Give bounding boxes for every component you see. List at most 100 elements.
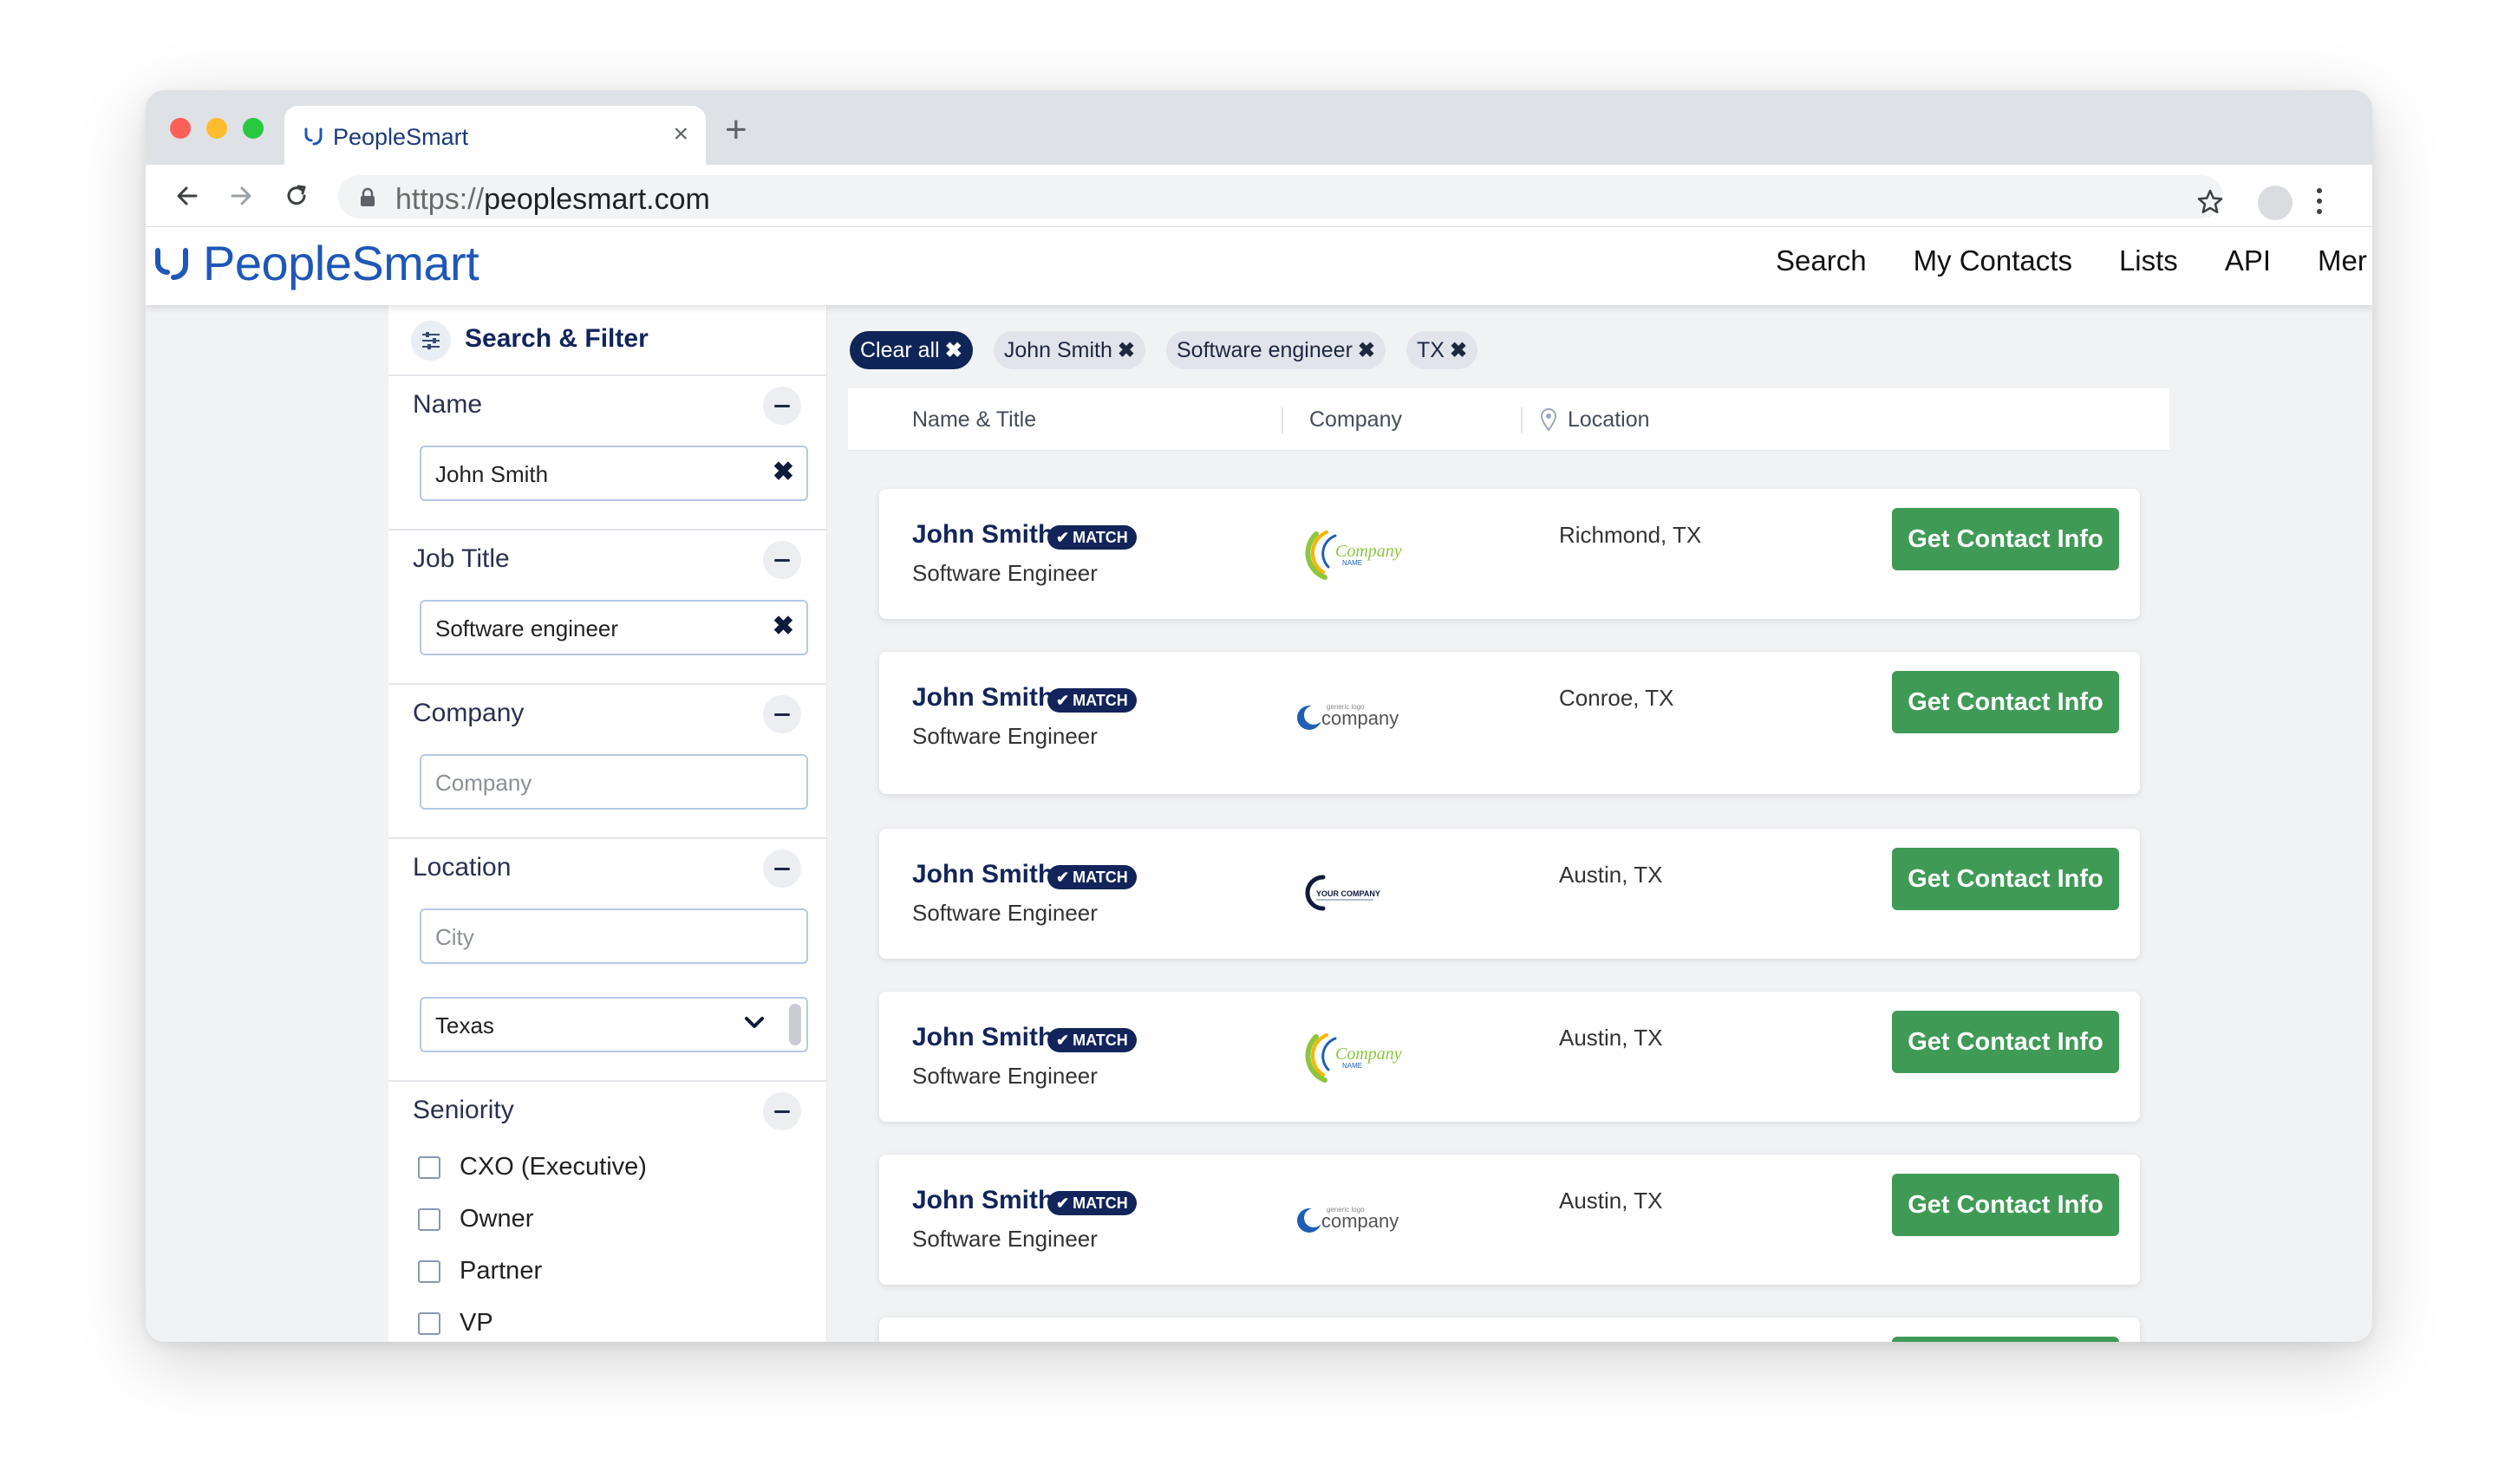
maximize-window-button[interactable]: [243, 118, 264, 139]
select-scrollbar[interactable]: [789, 1004, 801, 1045]
match-badge: ✔ MATCH: [1047, 865, 1137, 889]
brand-logo[interactable]: PeopleSmart: [153, 234, 479, 291]
seniority-option-cxo[interactable]: CXO (Executive): [418, 1153, 647, 1181]
match-badge-label: MATCH: [1073, 1194, 1128, 1212]
check-icon: ✔: [1056, 868, 1070, 886]
back-arrow-icon[interactable]: [172, 180, 203, 212]
forward-arrow-icon[interactable]: [225, 180, 257, 212]
lock-icon: [359, 187, 376, 212]
match-badge-label: MATCH: [1073, 868, 1128, 886]
bookmark-star-icon[interactable]: [2195, 187, 2225, 221]
column-name-title[interactable]: Name & Title: [912, 407, 1036, 433]
column-company[interactable]: Company: [1309, 407, 1402, 433]
collapse-job-title-button[interactable]: [763, 541, 801, 579]
filter-title: Search & Filter: [465, 324, 649, 353]
company-logo: generic logo company: [1287, 680, 1425, 749]
name-input-value: John Smith: [435, 461, 549, 487]
contact-name[interactable]: John Smith: [912, 860, 1053, 889]
chevron-down-icon: [744, 1016, 765, 1034]
svg-text:NAME: NAME: [1342, 1062, 1362, 1070]
clear-name-icon[interactable]: ✖: [773, 459, 794, 485]
new-tab-button[interactable]: +: [725, 111, 747, 149]
result-card: John Smith✔MATCHSoftware Engineer generi…: [879, 652, 2140, 794]
close-window-button[interactable]: [170, 118, 191, 139]
minimize-window-button[interactable]: [206, 118, 227, 139]
checkbox[interactable]: [418, 1312, 440, 1335]
state-chip[interactable]: TX ✖: [1406, 331, 1478, 369]
browser-tab[interactable]: PeopleSmart ×: [284, 106, 706, 165]
state-select[interactable]: Texas: [420, 997, 808, 1052]
clear-job-title-icon[interactable]: ✖: [773, 614, 794, 640]
seniority-option-partner[interactable]: Partner: [418, 1257, 542, 1285]
check-icon: ✔: [1056, 1194, 1070, 1212]
result-card: John Smith✔MATCHSoftware Engineer generi…: [879, 1318, 2140, 1342]
close-icon: ✖: [1357, 338, 1375, 362]
result-card: John Smith✔MATCHSoftware Engineer generi…: [879, 1155, 2140, 1285]
city-input[interactable]: City: [420, 908, 808, 964]
tab-close-icon[interactable]: ×: [673, 121, 688, 147]
get-contact-info-button[interactable]: Get Contact Info: [1892, 848, 2119, 910]
svg-text:company: company: [1321, 707, 1399, 729]
url-text: https://peoplesmart.com: [395, 183, 710, 216]
contact-location: Conroe, TX: [1559, 685, 1674, 711]
chip-label: Clear all: [860, 337, 940, 362]
contact-name[interactable]: John Smith: [912, 1186, 1053, 1215]
get-contact-info-button[interactable]: Get Contact Info: [1892, 508, 2119, 570]
contact-name[interactable]: John Smith: [912, 683, 1053, 713]
get-contact-info-button[interactable]: Get Contact Info: [1892, 1337, 2119, 1342]
contact-title: Software Engineer: [912, 900, 1098, 926]
tab-bar: PeopleSmart × +: [146, 90, 2372, 165]
checkbox-label: Owner: [460, 1205, 534, 1233]
checkbox-label: VP: [460, 1309, 493, 1337]
name-chip[interactable]: John Smith ✖: [993, 331, 1145, 369]
nav-lists[interactable]: Lists: [2119, 244, 2178, 277]
seniority-filter-section: Seniority CXO (Executive) Owner Partner …: [388, 1082, 827, 1342]
reload-icon[interactable]: [281, 180, 312, 212]
get-contact-info-button[interactable]: Get Contact Info: [1892, 1011, 2119, 1073]
name-input[interactable]: John Smith ✖: [420, 446, 808, 501]
get-contact-info-button[interactable]: Get Contact Info: [1892, 671, 2119, 733]
more-options-icon[interactable]: [2315, 186, 2324, 221]
contact-name[interactable]: John Smith: [912, 1023, 1053, 1052]
location-filter-label: Location: [413, 853, 512, 882]
get-contact-info-button[interactable]: Get Contact Info: [1892, 1174, 2119, 1236]
collapse-seniority-button[interactable]: [763, 1092, 801, 1130]
contact-title: Software Engineer: [912, 1063, 1098, 1089]
peoplesmart-favicon-icon: [303, 123, 326, 149]
collapse-name-button[interactable]: [763, 387, 801, 425]
location-filter-section: Location City Texas: [388, 839, 827, 1082]
company-logo: YOUR COMPANY: [1287, 856, 1425, 926]
collapse-location-button[interactable]: [763, 849, 801, 888]
check-icon: ✔: [1056, 691, 1070, 709]
company-filter-label: Company: [413, 699, 525, 727]
active-filter-chips: Clear all ✖ John Smith ✖ Software engineer…: [850, 331, 1478, 369]
column-location[interactable]: Location: [1568, 407, 1650, 433]
address-bar[interactable]: https://peoplesmart.com: [338, 175, 2223, 218]
nav-api[interactable]: API: [2225, 244, 2271, 277]
checkbox[interactable]: [418, 1207, 440, 1231]
job-title-chip[interactable]: Software engineer ✖: [1165, 331, 1386, 369]
browser-window: PeopleSmart × + https://peoplesmart.com: [146, 90, 2372, 1342]
seniority-option-owner[interactable]: Owner: [418, 1205, 533, 1233]
seniority-option-vp[interactable]: VP: [418, 1309, 493, 1338]
filter-header: Search & Filter: [388, 305, 827, 376]
top-nav: Search My Contacts Lists API Mer: [1776, 244, 2372, 277]
checkbox[interactable]: [418, 1155, 440, 1179]
nav-search[interactable]: Search: [1776, 244, 1867, 277]
nav-menu[interactable]: Mer: [2318, 244, 2367, 277]
chip-label: Software engineer: [1176, 337, 1353, 362]
site-header: PeopleSmart Search My Contacts Lists API…: [146, 227, 2372, 305]
location-pin-icon: [1540, 407, 1557, 436]
company-input[interactable]: Company: [420, 754, 808, 810]
contact-name[interactable]: John Smith: [912, 520, 1053, 550]
job-title-input-value: Software engineer: [435, 615, 619, 641]
collapse-company-button[interactable]: [763, 695, 801, 733]
match-badge-label: MATCH: [1073, 1031, 1128, 1049]
job-title-input[interactable]: Software engineer ✖: [420, 600, 808, 655]
clear-all-chip[interactable]: Clear all ✖: [850, 331, 973, 369]
nav-my-contacts[interactable]: My Contacts: [1914, 244, 2072, 277]
contact-title: Software Engineer: [912, 1226, 1098, 1252]
profile-avatar[interactable]: [2258, 186, 2293, 220]
checkbox[interactable]: [418, 1259, 440, 1283]
result-card: John Smith ✔ MATCH Software Engineer YOUR C…: [879, 829, 2140, 959]
